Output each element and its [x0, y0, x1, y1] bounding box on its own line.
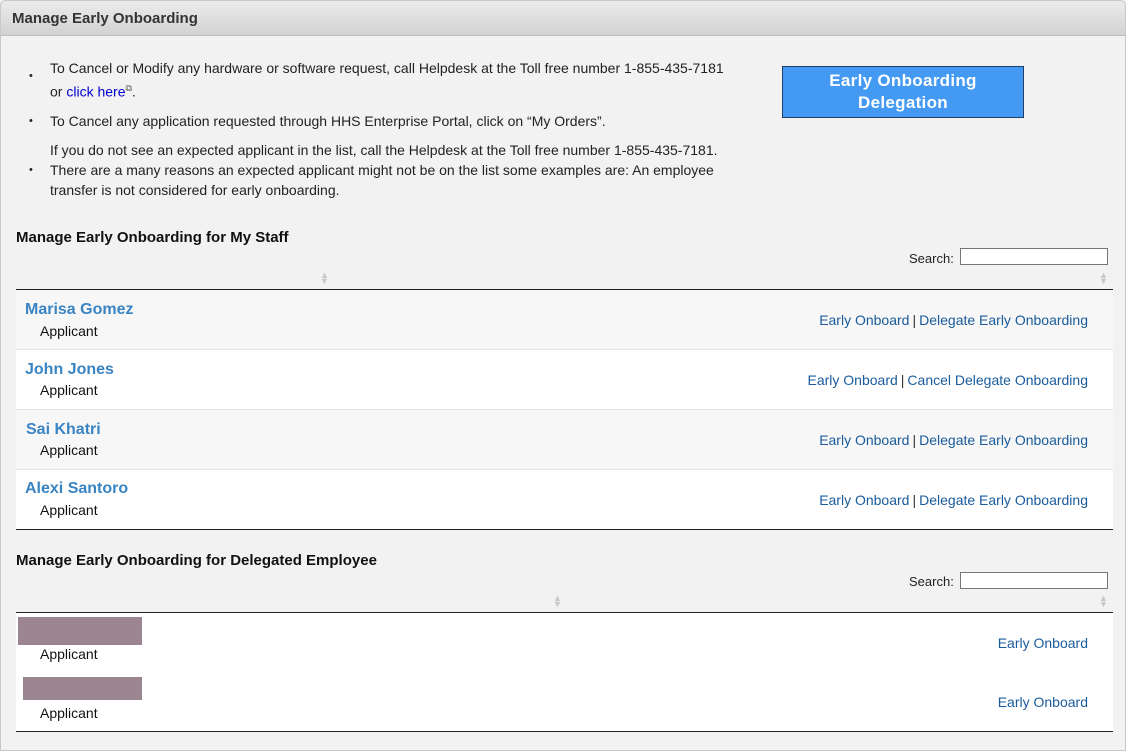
applicant-name-link[interactable]: Marisa Gomez: [25, 301, 133, 319]
delegated-table: Applicant Early Onboard Applicant Early …: [16, 612, 1113, 732]
delegated-search-label: Search:: [909, 574, 954, 589]
instruction-text: To Cancel any application requested thro…: [50, 112, 606, 129]
sort-arrows-icon[interactable]: ▲ ▼: [1099, 594, 1108, 609]
instruction-item: • To Cancel any application requested th…: [29, 111, 729, 131]
early-onboard-link[interactable]: Early Onboard: [808, 372, 898, 388]
delegate-early-onboarding-link[interactable]: Delegate Early Onboarding: [919, 312, 1088, 328]
delegation-button-line2: Delegation: [858, 93, 948, 112]
row-actions: Early Onboard | Delegate Early Onboarding: [819, 312, 1088, 328]
row-actions: Early Onboard: [998, 694, 1088, 710]
delegated-employee-title: Manage Early Onboarding for Delegated Em…: [16, 552, 377, 569]
click-here-link[interactable]: click here: [66, 84, 125, 100]
early-onboard-link[interactable]: Early Onboard: [998, 694, 1088, 710]
early-onboard-link[interactable]: Early Onboard: [819, 432, 909, 448]
delegate-early-onboarding-link[interactable]: Delegate Early Onboarding: [919, 432, 1088, 448]
instruction-text: There are a many reasons an expected app…: [50, 161, 714, 198]
applicant-role: Applicant: [40, 442, 98, 458]
early-onboard-link[interactable]: Early Onboard: [998, 635, 1088, 651]
applicant-name-link[interactable]: Sai Khatri: [26, 421, 101, 439]
row-actions: Early Onboard | Delegate Early Onboarding: [819, 492, 1088, 508]
sort-arrows-icon[interactable]: ▲ ▼: [320, 271, 329, 286]
applicant-name-link[interactable]: John Jones: [25, 361, 114, 379]
sort-arrows-icon[interactable]: ▲ ▼: [553, 594, 562, 609]
instruction-item: • If you do not see an expected applican…: [29, 140, 729, 200]
panel-title: Manage Early Onboarding: [12, 10, 198, 27]
instruction-text: If you do not see an expected applicant …: [50, 141, 718, 158]
table-row: John Jones Applicant Early Onboard | Cance…: [16, 350, 1113, 410]
bullet-icon: •: [29, 163, 33, 176]
manage-early-onboarding-panel: Manage Early Onboarding • To Cancel or M…: [0, 0, 1126, 751]
my-staff-title: Manage Early Onboarding for My Staff: [16, 229, 289, 246]
applicant-role: Applicant: [40, 705, 98, 721]
row-actions: Early Onboard: [998, 635, 1088, 651]
row-actions: Early Onboard | Delegate Early Onboarding: [819, 432, 1088, 448]
delegation-button-line1: Early Onboarding: [829, 71, 977, 90]
table-row: Applicant Early Onboard: [16, 613, 1113, 672]
bullet-icon: •: [29, 70, 33, 82]
applicant-role: Applicant: [40, 323, 98, 339]
early-onboard-link[interactable]: Early Onboard: [819, 492, 909, 508]
applicant-role: Applicant: [40, 502, 98, 518]
applicant-name-link[interactable]: Alexi Santoro: [25, 480, 128, 498]
table-row: Applicant Early Onboard: [16, 672, 1113, 731]
row-actions: Early Onboard | Cancel Delegate Onboarding: [807, 372, 1089, 388]
my-staff-search-input[interactable]: [960, 248, 1108, 265]
my-staff-search-label: Search:: [909, 251, 954, 266]
my-staff-table: Marisa Gomez Applicant Early Onboard | Del…: [16, 289, 1113, 530]
early-onboarding-delegation-button[interactable]: Early Onboarding Delegation: [782, 66, 1024, 118]
instruction-text: To Cancel or Modify any hardware or soft…: [50, 60, 724, 100]
table-row: Marisa Gomez Applicant Early Onboard | Del…: [16, 290, 1113, 350]
applicant-role: Applicant: [40, 646, 98, 662]
applicant-role: Applicant: [40, 382, 98, 398]
redacted-name: [23, 677, 142, 700]
redacted-name: [18, 617, 142, 645]
delegate-early-onboarding-link[interactable]: Delegate Early Onboarding: [919, 492, 1088, 508]
cancel-delegate-onboarding-link[interactable]: Cancel Delegate Onboarding: [907, 372, 1088, 388]
panel-header: Manage Early Onboarding: [1, 1, 1125, 36]
sort-arrows-icon[interactable]: ▲ ▼: [1099, 271, 1108, 286]
instruction-item: • To Cancel or Modify any hardware or so…: [29, 60, 724, 100]
table-row: Alexi Santoro Applicant Early Onboard | De…: [16, 470, 1113, 529]
delegated-search-input[interactable]: [960, 572, 1108, 589]
bullet-icon: •: [29, 114, 33, 127]
instructions-list: • To Cancel or Modify any hardware or so…: [29, 58, 729, 200]
table-row: Sai Khatri Applicant Early Onboard | Deleg…: [16, 410, 1113, 470]
early-onboard-link[interactable]: Early Onboard: [819, 312, 909, 328]
